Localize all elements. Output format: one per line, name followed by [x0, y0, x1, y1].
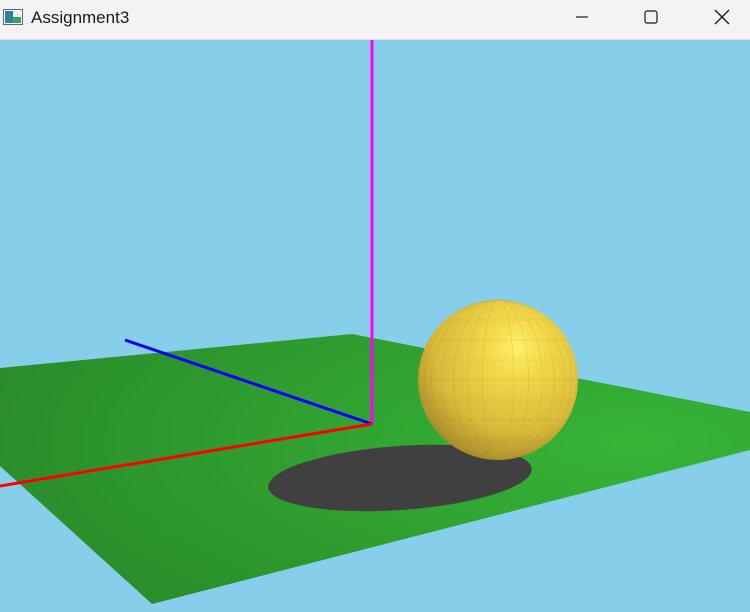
maximize-button[interactable] — [628, 0, 674, 38]
opengl-scene — [0, 40, 750, 604]
minimize-button[interactable] — [559, 0, 605, 38]
window-title: Assignment3 — [31, 8, 130, 27]
close-icon — [714, 9, 730, 30]
title-bar[interactable]: Assignment3 — [0, 0, 750, 40]
maximize-icon — [644, 9, 658, 29]
app-window: Assignment3 — [0, 0, 750, 612]
close-button[interactable] — [699, 0, 745, 38]
render-viewport[interactable] — [0, 40, 750, 612]
app-window-icon — [3, 9, 23, 25]
sphere — [418, 299, 578, 461]
minimize-icon — [575, 10, 589, 29]
